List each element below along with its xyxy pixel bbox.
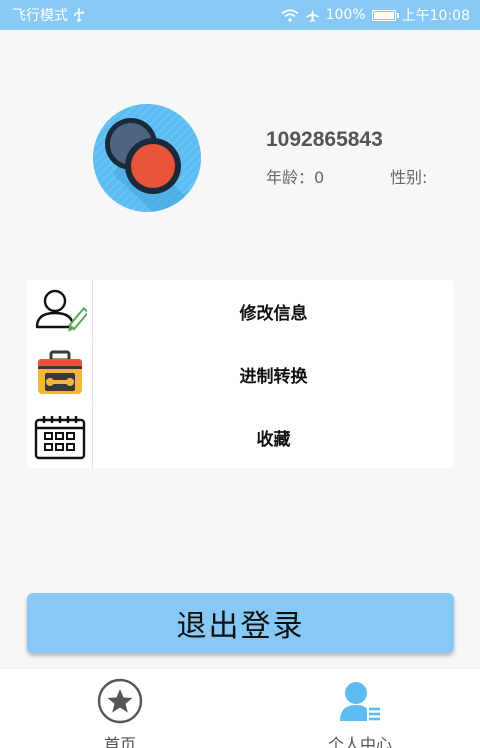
airplane-icon xyxy=(305,8,320,23)
battery-fill xyxy=(373,11,394,19)
calendar-icon xyxy=(27,406,93,468)
usb-icon xyxy=(74,8,84,22)
status-right: 100% 上午10:08 xyxy=(281,5,470,25)
menu-item-favorites[interactable]: 收藏 xyxy=(27,406,454,468)
status-bar: 飞行模式 100% 上午10:08 xyxy=(0,0,480,30)
logout-button[interactable]: 退出登录 xyxy=(27,593,454,653)
star-icon xyxy=(96,677,144,729)
battery-icon xyxy=(371,9,399,21)
age-value: 0 xyxy=(314,168,325,187)
menu-item-base-conversion[interactable]: 进制转换 xyxy=(27,343,454,405)
person-icon xyxy=(336,677,384,729)
battery-percent: 100% xyxy=(325,7,366,23)
menu-list: 修改信息 进制转换 收藏 xyxy=(27,280,454,468)
nav-item-home[interactable]: 首页 xyxy=(0,669,240,748)
gender-info: 性别: xyxy=(390,164,427,188)
age-label: 年龄： xyxy=(266,168,315,187)
toolbox-icon xyxy=(27,343,93,405)
avatar[interactable] xyxy=(93,104,201,212)
menu-label-favorites: 收藏 xyxy=(256,429,291,450)
nav-label-home: 首页 xyxy=(103,735,136,748)
menu-label-base-conversion: 进制转换 xyxy=(239,366,308,387)
gender-label: 性别: xyxy=(390,168,428,187)
nav-label-profile: 个人中心 xyxy=(327,735,392,748)
user-edit-icon xyxy=(27,280,93,342)
wifi-icon xyxy=(281,8,299,22)
age-info: 年龄：0 xyxy=(266,164,324,188)
profile-header: 1092865843 年龄：0 性别: xyxy=(0,30,480,270)
status-left: 飞行模式 xyxy=(12,5,84,25)
bottom-nav: 首页 个人中心 xyxy=(0,668,480,748)
nav-item-profile[interactable]: 个人中心 xyxy=(240,669,480,748)
clock: 上午10:08 xyxy=(401,8,470,24)
menu-item-edit-info[interactable]: 修改信息 xyxy=(27,280,454,342)
user-id: 1092865843 xyxy=(266,128,383,151)
airplane-mode-label: 飞行模式 xyxy=(12,8,68,24)
menu-label-edit-info: 修改信息 xyxy=(239,303,308,324)
